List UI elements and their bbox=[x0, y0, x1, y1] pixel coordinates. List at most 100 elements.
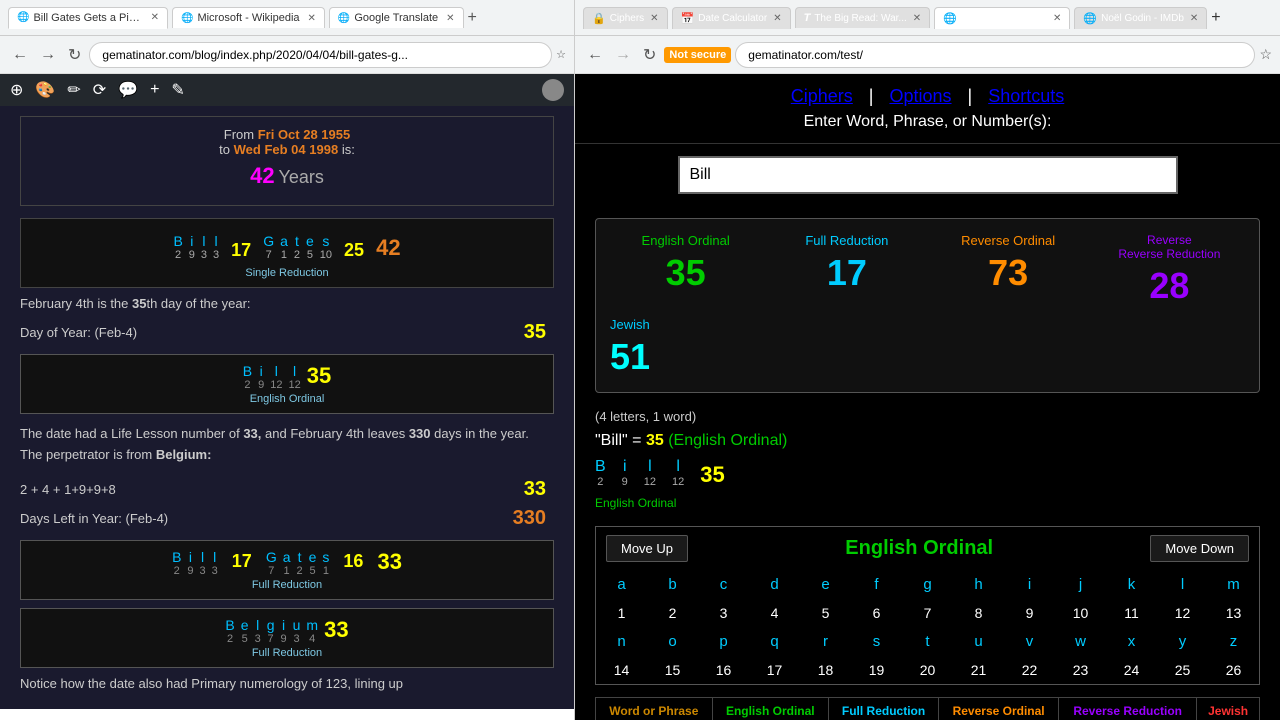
nav-options[interactable]: Options bbox=[889, 86, 951, 107]
tab-close-0[interactable]: ✕ bbox=[151, 12, 159, 23]
gb3-e: e5 bbox=[241, 617, 249, 645]
wp-edit-icon[interactable]: ✏ bbox=[67, 80, 80, 100]
gb2-result: 33 bbox=[377, 549, 401, 577]
alpha-d: d bbox=[749, 570, 800, 599]
right-tab-date-calc[interactable]: 📅 Date Calculator ✕ bbox=[672, 7, 791, 29]
tab-close-2[interactable]: ✕ bbox=[446, 13, 454, 24]
gb3-result: 33 bbox=[324, 617, 348, 645]
mid-num1: 17 bbox=[231, 240, 251, 261]
right-back-button[interactable]: ← bbox=[583, 44, 607, 66]
move-up-button[interactable]: Move Up bbox=[606, 535, 688, 562]
gem-result-1: 35 bbox=[307, 363, 331, 391]
right-panel: 🔒 Ciphers ✕ 📅 Date Calculator ✕ T The Bi… bbox=[575, 0, 1280, 720]
nav-shortcuts[interactable]: Shortcuts bbox=[988, 86, 1064, 107]
life-lesson-text: The date had a Life Lesson number of 33,… bbox=[20, 424, 554, 466]
right-reload-button[interactable]: ↻ bbox=[639, 43, 660, 67]
alpha-j: j bbox=[1055, 570, 1106, 599]
forward-button[interactable]: → bbox=[36, 44, 60, 66]
right-tab-close-2[interactable]: ✕ bbox=[913, 13, 921, 24]
tab-icon-2: 🌐 bbox=[338, 13, 350, 24]
right-tab-close-1[interactable]: ✕ bbox=[773, 13, 781, 24]
math-row-1: 2 + 4 + 1+9+9+8 33 bbox=[20, 476, 554, 503]
math-val-1: 33 bbox=[516, 476, 554, 503]
rev-reduction-cell: ReverseReverse Reduction 28 bbox=[1094, 233, 1245, 307]
tab-wikipedia[interactable]: 🌐 Microsoft - Wikipedia ✕ bbox=[172, 7, 325, 28]
to-date: Wed Feb 04 1998 bbox=[234, 142, 339, 157]
rev-ordinal-label: Reverse Ordinal bbox=[933, 233, 1084, 248]
gematria-page: Ciphers | Options | Shortcuts Enter Word… bbox=[575, 74, 1280, 720]
letter-breakdown: B 2 i 9 l 12 l 12 35 bbox=[575, 454, 1280, 492]
wp-toolbar: ⊕ 🎨 ✏ ⟳ 💬 + ✎ bbox=[0, 74, 574, 106]
gb2-l1: l3 bbox=[200, 549, 206, 577]
tab-google-translate[interactable]: 🌐 Google Translate ✕ bbox=[329, 7, 464, 28]
new-tab-button[interactable]: + bbox=[468, 9, 477, 27]
cipher-results-box: English Ordinal 35 Full Reduction 17 Rev… bbox=[595, 218, 1260, 393]
alpha-c: c bbox=[698, 570, 749, 599]
wp-avatar[interactable] bbox=[542, 79, 564, 101]
full-reduction-label: Full Reduction bbox=[771, 233, 922, 248]
wp-pencil-icon[interactable]: ✎ bbox=[171, 80, 184, 100]
right-new-tab-button[interactable]: + bbox=[1211, 9, 1220, 27]
eng-ordinal-label: English Ordinal bbox=[610, 233, 761, 248]
tab-close-1[interactable]: ✕ bbox=[308, 13, 316, 24]
gb2-mid1: 17 bbox=[232, 549, 252, 572]
right-tab-bar: 🔒 Ciphers ✕ 📅 Date Calculator ✕ T The Bi… bbox=[575, 0, 1280, 36]
gem-letters-row-3: B2 e5 l3 g7 i9 u3 m4 33 bbox=[29, 617, 545, 645]
nav-sep-2: | bbox=[968, 86, 973, 107]
gem-box-3: B2 e5 l3 g7 i9 u3 m4 33 Full Reduction bbox=[20, 608, 554, 668]
wp-plus-icon[interactable]: + bbox=[150, 81, 159, 99]
tab-bill-gates[interactable]: 🌐 Bill Gates Gets a Pie in th... ✕ bbox=[8, 7, 168, 29]
letter-t: t2 bbox=[294, 233, 300, 261]
letter-B: B2 bbox=[173, 233, 182, 261]
wp-sync-icon[interactable]: ⟳ bbox=[93, 80, 106, 100]
move-down-button[interactable]: Move Down bbox=[1150, 535, 1249, 562]
gb2-t: t2 bbox=[297, 549, 303, 577]
full-reduction-value: 17 bbox=[771, 252, 922, 294]
date-from-to: From Fri Oct 28 1955 to Wed Feb 04 1998 … bbox=[31, 127, 543, 157]
right-tab-close-0[interactable]: ✕ bbox=[650, 13, 658, 24]
alpha-l: l bbox=[1157, 570, 1208, 599]
gematria-input[interactable] bbox=[678, 156, 1178, 194]
alpha-m: m bbox=[1208, 570, 1259, 599]
gb2-l2: l3 bbox=[212, 549, 218, 577]
left-address-input[interactable] bbox=[89, 42, 552, 68]
right-address-bar-row: ← → ↻ Not secure ☆ bbox=[575, 36, 1280, 74]
cipher-table-header: Move Up English Ordinal Move Down bbox=[596, 527, 1259, 570]
letter-l2: l3 bbox=[213, 233, 219, 261]
left-page-content: From Fri Oct 28 1955 to Wed Feb 04 1998 … bbox=[0, 106, 574, 709]
ll-33: 33, bbox=[243, 426, 261, 441]
right-tab-close-4[interactable]: ✕ bbox=[1190, 13, 1198, 24]
gem-B: B2 bbox=[243, 363, 252, 391]
day-of-year-row: Day of Year: (Feb-4) 35 bbox=[20, 319, 554, 346]
reload-button[interactable]: ↻ bbox=[64, 43, 85, 67]
nav-ciphers[interactable]: Ciphers bbox=[791, 86, 853, 107]
gem-label-1: English Ordinal bbox=[29, 393, 545, 405]
right-forward-button[interactable]: → bbox=[611, 44, 635, 66]
gb3-g: g7 bbox=[267, 617, 275, 645]
right-tab-noel-imdb[interactable]: 🌐 Noël Godin - IMDb ✕ bbox=[1074, 7, 1207, 29]
word-info: (4 letters, 1 word) bbox=[575, 405, 1280, 428]
jewish-value: 51 bbox=[610, 336, 1245, 378]
gb3-u: u3 bbox=[293, 617, 301, 645]
ll-belgium: Belgium: bbox=[156, 447, 212, 462]
right-tab-gematrinat[interactable]: 🔒 Ciphers ✕ bbox=[583, 7, 668, 29]
name-result: 42 bbox=[376, 235, 400, 261]
right-tab-noel-wiki[interactable]: 🌐 Noël Godin - Wiki... ✕ bbox=[934, 7, 1070, 29]
left-panel: 🌐 Bill Gates Gets a Pie in th... ✕ 🌐 Mic… bbox=[0, 0, 575, 720]
cipher-grid: English Ordinal 35 Full Reduction 17 Rev… bbox=[610, 233, 1245, 307]
alpha-h: h bbox=[953, 570, 1004, 599]
right-address-input[interactable] bbox=[735, 42, 1255, 68]
right-star-icon: ☆ bbox=[1259, 46, 1272, 63]
left-address-bar-row: ← → ↻ ☆ bbox=[0, 36, 574, 74]
letter-s: s10 bbox=[320, 233, 332, 261]
wp-paint-icon[interactable]: 🎨 bbox=[35, 80, 55, 100]
35th-bold: 35 bbox=[132, 296, 146, 311]
right-tab-icon-0: 🔒 bbox=[592, 12, 606, 25]
right-tab-icon-4: 🌐 bbox=[1083, 12, 1097, 25]
wp-logo-icon[interactable]: ⊕ bbox=[10, 80, 23, 100]
right-tab-close-3[interactable]: ✕ bbox=[1053, 13, 1061, 24]
gb2-s: s1 bbox=[322, 549, 329, 577]
wp-comment-icon[interactable]: 💬 bbox=[118, 80, 138, 100]
right-tab-bigread[interactable]: T The Big Read: War... ✕ bbox=[795, 7, 931, 28]
back-button[interactable]: ← bbox=[8, 44, 32, 66]
